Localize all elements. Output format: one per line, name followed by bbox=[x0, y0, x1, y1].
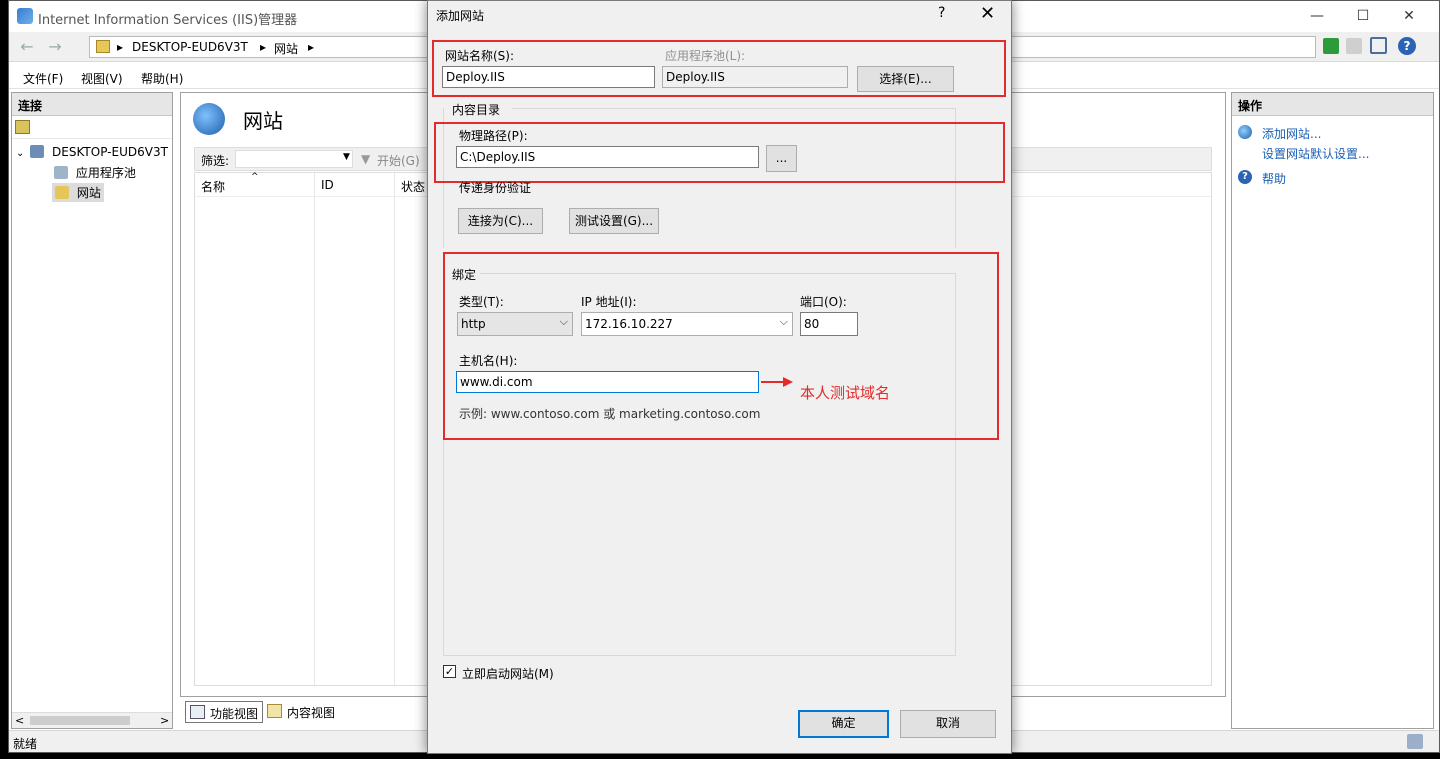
column-header-status[interactable]: 状态 bbox=[401, 178, 425, 195]
ip-address-label: IP 地址(I): bbox=[581, 295, 637, 309]
page-title: 网站 bbox=[243, 109, 283, 133]
filter-input[interactable] bbox=[235, 150, 353, 168]
breadcrumb-separator: ▸ bbox=[117, 40, 124, 54]
help-icon: ? bbox=[1238, 170, 1252, 184]
start-immediately-label[interactable]: 立即启动网站(M) bbox=[462, 665, 554, 682]
refresh-icon[interactable] bbox=[1323, 38, 1339, 54]
group-border bbox=[512, 108, 955, 109]
action-site-defaults[interactable]: 设置网站默认设置... bbox=[1262, 145, 1369, 162]
dialog-title: 添加网站 bbox=[436, 9, 485, 23]
tree-item-sites[interactable]: 网站 bbox=[52, 183, 104, 202]
host-name-example: 示例: www.contoso.com 或 marketing.contoso.… bbox=[459, 407, 761, 421]
filter-label: 筛选: bbox=[201, 154, 230, 168]
stop-icon[interactable] bbox=[1346, 38, 1362, 54]
iis-app-icon bbox=[17, 8, 33, 24]
action-add-website[interactable]: 添加网站... bbox=[1262, 125, 1321, 142]
help-dropdown-icon[interactable]: ? bbox=[1398, 37, 1416, 55]
annotation-text: 本人测试域名 bbox=[800, 384, 891, 402]
ok-button[interactable]: 确定 bbox=[798, 710, 889, 738]
test-settings-button[interactable]: 测试设置(G)... bbox=[569, 208, 659, 234]
scroll-thumb[interactable] bbox=[30, 716, 130, 725]
start-immediately-checkbox[interactable]: ✓ bbox=[443, 665, 456, 678]
tab-content-view[interactable]: 内容视图 bbox=[263, 701, 339, 723]
horizontal-scrollbar[interactable]: < > bbox=[12, 712, 172, 728]
column-divider bbox=[314, 173, 315, 685]
content-view-icon bbox=[267, 704, 282, 718]
tab-label: 内容视图 bbox=[287, 706, 336, 720]
sites-globe-icon bbox=[193, 103, 225, 135]
scroll-left-icon[interactable]: < bbox=[15, 714, 24, 727]
breadcrumb-separator: ▸ bbox=[308, 40, 315, 54]
filter-dropdown-icon[interactable]: ▼ bbox=[343, 152, 350, 162]
passthrough-auth-label: 传递身份验证 bbox=[459, 181, 532, 195]
back-arrow-icon[interactable]: ← bbox=[15, 37, 39, 59]
binding-type-value: http bbox=[461, 317, 486, 331]
actions-header: 操作 bbox=[1232, 93, 1433, 116]
content-directory-label: 内容目录 bbox=[452, 103, 501, 117]
dialog-help-button[interactable]: ? bbox=[938, 5, 945, 21]
binding-type-select[interactable]: http ⌵ bbox=[457, 312, 573, 336]
group-border bbox=[443, 655, 955, 656]
connect-as-button[interactable]: 连接为(C)... bbox=[458, 208, 543, 234]
close-button[interactable]: ✕ bbox=[1386, 1, 1432, 31]
host-name-input[interactable]: www.di.com bbox=[456, 371, 759, 393]
new-connection-icon[interactable] bbox=[15, 120, 30, 134]
action-help[interactable]: 帮助 bbox=[1262, 170, 1286, 187]
tree-item-app-pools[interactable]: 应用程序池 bbox=[54, 164, 136, 181]
port-label: 端口(O): bbox=[800, 295, 847, 309]
breadcrumb-separator: ▸ bbox=[260, 40, 267, 54]
minimize-button[interactable]: — bbox=[1294, 1, 1340, 31]
dialog-close-button[interactable]: ✕ bbox=[980, 3, 995, 24]
chevron-down-icon: ⌵ bbox=[559, 315, 568, 328]
ip-address-select[interactable]: 172.16.10.227 ⌵ bbox=[581, 312, 793, 336]
sites-folder-icon bbox=[55, 186, 69, 199]
annotation-arrow bbox=[761, 377, 793, 387]
sort-ascending-icon: ^ bbox=[251, 172, 259, 182]
connections-panel: 连接 ⌄ DESKTOP-EUD6V3T 应用程序池 网站 < > bbox=[11, 92, 173, 729]
column-header-name[interactable]: 名称 bbox=[201, 178, 225, 195]
type-label: 类型(T): bbox=[459, 295, 504, 309]
chevron-down-icon: ⌵ bbox=[779, 315, 788, 328]
ip-address-value: 172.16.10.227 bbox=[585, 317, 673, 331]
menu-file[interactable]: 文件(F) bbox=[23, 70, 63, 87]
breadcrumb-sites[interactable]: 网站 bbox=[274, 40, 298, 57]
column-header-id[interactable]: ID bbox=[321, 178, 334, 192]
menu-help[interactable]: 帮助(H) bbox=[141, 70, 183, 87]
menu-view[interactable]: 视图(V) bbox=[81, 70, 123, 87]
features-view-icon bbox=[190, 705, 205, 719]
column-divider bbox=[394, 173, 395, 685]
scroll-right-icon[interactable]: > bbox=[160, 714, 169, 727]
tree-item-label: DESKTOP-EUD6V3T bbox=[52, 145, 168, 159]
highlight-box bbox=[432, 40, 1006, 97]
status-text: 就绪 bbox=[13, 737, 38, 751]
connections-toolbar bbox=[12, 117, 172, 139]
server-icon bbox=[30, 145, 45, 158]
tab-features-view[interactable]: 功能视图 bbox=[185, 701, 264, 723]
breadcrumb-server[interactable]: DESKTOP-EUD6V3T bbox=[132, 40, 248, 54]
connections-header: 连接 bbox=[12, 93, 172, 116]
home-icon[interactable] bbox=[1370, 37, 1387, 54]
add-website-dialog: 添加网站 ? ✕ 网站名称(S): 应用程序池(L): Deploy.IIS D… bbox=[427, 0, 1012, 754]
window-title: Internet Information Services (IIS)管理器 bbox=[38, 13, 298, 28]
start-filter-button[interactable]: 开始(G) bbox=[377, 152, 420, 169]
tree-item-server[interactable]: ⌄ DESKTOP-EUD6V3T bbox=[16, 145, 168, 159]
actions-panel: 操作 添加网站... 设置网站默认设置... ? 帮助 bbox=[1231, 92, 1434, 729]
cancel-button[interactable]: 取消 bbox=[900, 710, 996, 738]
port-input[interactable]: 80 bbox=[800, 312, 858, 336]
funnel-icon: ▼ bbox=[361, 152, 371, 166]
app-pool-icon bbox=[54, 166, 68, 179]
tree-item-label: 应用程序池 bbox=[75, 166, 136, 180]
highlight-box bbox=[434, 122, 1005, 183]
network-status-icon bbox=[1407, 734, 1423, 749]
tab-label: 功能视图 bbox=[210, 707, 259, 721]
host-name-label: 主机名(H): bbox=[459, 354, 518, 368]
forward-arrow-icon[interactable]: → bbox=[43, 37, 67, 59]
maximize-button[interactable]: ☐ bbox=[1340, 1, 1386, 31]
tree-item-label: 网站 bbox=[76, 186, 101, 200]
chevron-down-icon[interactable]: ⌄ bbox=[16, 148, 24, 159]
add-site-globe-icon bbox=[1238, 125, 1252, 139]
folder-icon bbox=[96, 40, 110, 53]
